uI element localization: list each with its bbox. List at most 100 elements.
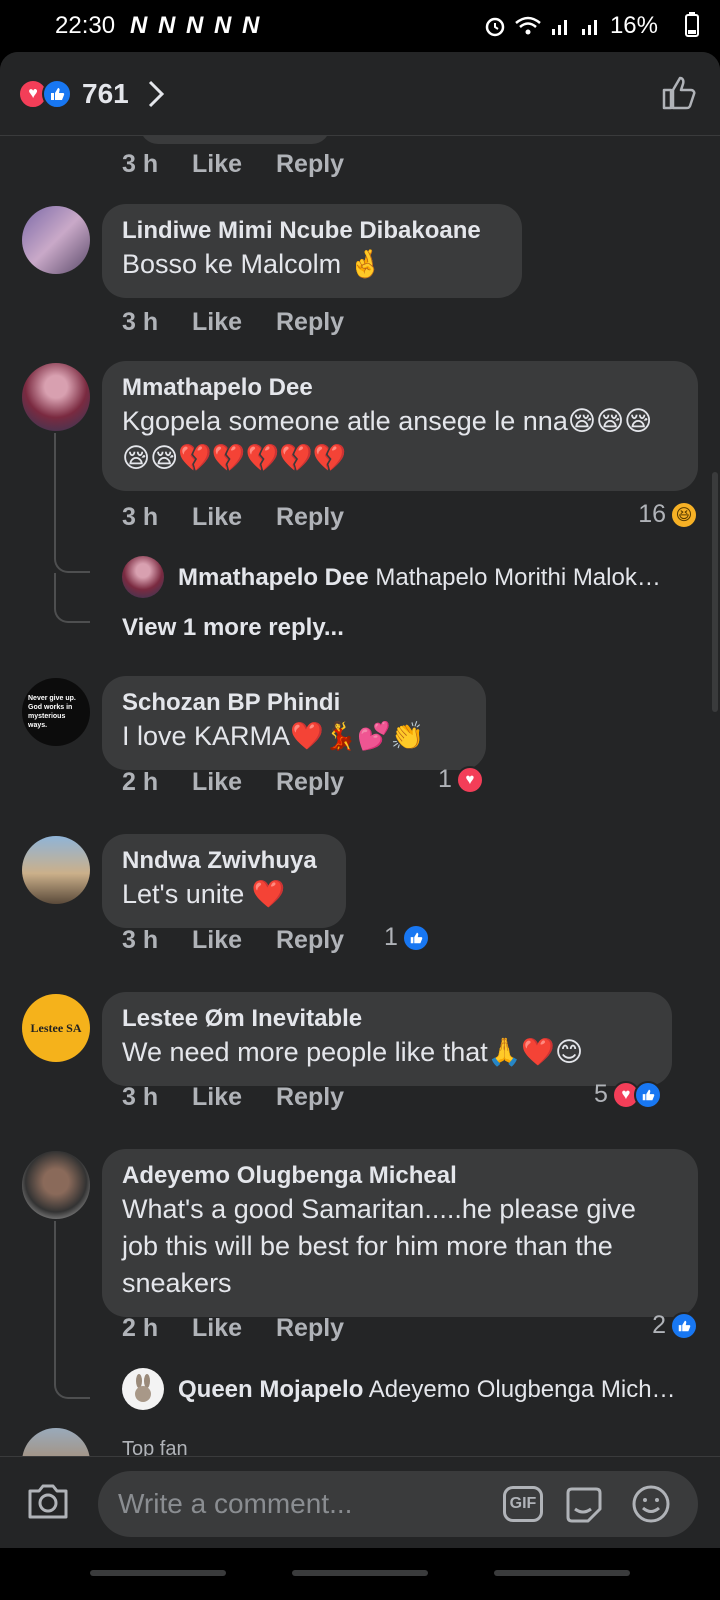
battery-icon <box>685 12 699 37</box>
reply-preview[interactable]: Mmathapelo Dee Mathapelo Morithi Malok… <box>178 564 698 592</box>
comment-composer: GIF <box>0 1456 720 1548</box>
comment-bubble: Adeyemo Olugbenga Micheal What's a good … <box>102 1149 698 1317</box>
love-icon: ♥ <box>455 765 484 794</box>
thread-line <box>54 433 90 573</box>
avatar[interactable]: Lestee SA <box>22 994 90 1062</box>
like-post-icon[interactable] <box>660 74 698 112</box>
nav-home[interactable] <box>292 1570 428 1576</box>
comment-actions: 2 h Like Reply <box>122 1314 344 1343</box>
nav-back[interactable] <box>90 1570 226 1576</box>
comment-bubble: Mmathapelo Dee Kgopela someone atle anse… <box>102 361 698 491</box>
battery-percent: 16% <box>609 12 658 39</box>
comment-time: 3 h <box>122 926 159 954</box>
emoji-icon[interactable] <box>630 1483 672 1525</box>
sticker-icon[interactable] <box>563 1485 605 1525</box>
avatar[interactable] <box>22 836 90 904</box>
reply-text: Adeyemo Olugbenga Mich… <box>368 1376 676 1403</box>
avatar-text: Never give up. God works in mysterious w… <box>28 695 76 729</box>
reply-author: Mmathapelo Dee <box>178 564 369 591</box>
reaction-summary[interactable]: 1 <box>384 923 430 952</box>
comment-text: What's a good Samaritan.....he please gi… <box>122 1194 636 1298</box>
comment-author[interactable]: Nndwa Zwivhuya <box>122 846 326 876</box>
like-icon <box>401 923 430 952</box>
comment-time: 3 h <box>122 1083 159 1111</box>
comment-actions: 3 h Like Reply <box>122 926 344 955</box>
reaction-summary[interactable]: 2 <box>652 1311 698 1340</box>
reply-button[interactable]: Reply <box>276 926 344 955</box>
camera-icon[interactable] <box>26 1481 70 1521</box>
status-bar: 22:30 N N N N N 16% <box>0 0 720 52</box>
reaction-count: 5 <box>594 1080 608 1108</box>
reaction-count: 1 <box>384 923 398 951</box>
reaction-summary[interactable]: 5 ♥ <box>594 1080 662 1109</box>
like-button[interactable]: Like <box>192 308 276 337</box>
comment-actions: 3 h Like Reply <box>122 1083 344 1112</box>
reply-button[interactable]: Reply <box>276 150 344 179</box>
like-button[interactable]: Like <box>192 1083 276 1112</box>
like-button[interactable]: Like <box>192 1314 276 1343</box>
reaction-count: 16 <box>638 500 666 528</box>
like-button[interactable]: Like <box>192 768 276 797</box>
previous-comment-bubble <box>140 136 330 144</box>
view-more-replies[interactable]: View 1 more reply... <box>122 614 344 642</box>
reaction-count: 1 <box>438 765 452 793</box>
reactions-summary[interactable]: ♥ 761 <box>18 78 165 110</box>
reactions-header: ♥ 761 <box>0 52 720 136</box>
reaction-count: 2 <box>652 1311 666 1339</box>
reaction-summary[interactable]: 1 ♥ <box>438 765 484 794</box>
reply-preview[interactable]: Queen Mojapelo Adeyemo Olugbenga Mich… <box>178 1376 698 1404</box>
comment-author[interactable]: Adeyemo Olugbenga Micheal <box>122 1161 678 1191</box>
comment-input-wrap: GIF <box>98 1471 698 1537</box>
nav-recents[interactable] <box>494 1570 630 1576</box>
wifi-icon <box>515 16 541 35</box>
comment-text: I love KARMA❤️💃💕👏 <box>122 721 425 751</box>
comment-input[interactable] <box>118 1471 478 1537</box>
comment-author[interactable]: Lestee Øm Inevitable <box>122 1004 652 1034</box>
comment-author[interactable]: Schozan BP Phindi <box>122 688 466 718</box>
reply-avatar[interactable] <box>122 556 164 598</box>
comment-actions: 3 h Like Reply <box>122 308 344 337</box>
comment-time: 3 h <box>122 503 159 531</box>
avatar[interactable] <box>22 1151 90 1219</box>
signal-icon-2 <box>581 20 597 35</box>
avatar[interactable] <box>22 363 90 431</box>
comment-author[interactable]: Mmathapelo Dee <box>122 373 678 403</box>
comment-text: We need more people like that🙏❤️😊 <box>122 1037 584 1067</box>
comment-text: Kgopela someone atle ansege le nna😪😪😪😪😪💔… <box>122 406 653 473</box>
avatar-text: Lestee SA <box>30 1020 82 1035</box>
reply-avatar[interactable] <box>122 1368 164 1410</box>
reply-button[interactable]: Reply <box>276 308 344 337</box>
like-button[interactable]: Like <box>192 503 276 532</box>
reply-author: Queen Mojapelo <box>178 1376 364 1403</box>
notification-icons: N N N N N <box>130 12 262 39</box>
reaction-count: 761 <box>82 78 129 109</box>
comment-time: 3 h <box>122 150 159 178</box>
avatar[interactable] <box>22 1428 90 1456</box>
comment-text: Bosso ke Malcolm 🤞 <box>122 249 383 279</box>
gif-button[interactable]: GIF <box>503 1486 543 1522</box>
avatar[interactable]: Never give up. God works in mysterious w… <box>22 678 90 746</box>
system-nav-bar <box>0 1548 720 1600</box>
avatar[interactable] <box>22 206 90 274</box>
top-fan-badge: Top fan <box>122 1438 188 1456</box>
like-button[interactable]: Like <box>192 150 276 179</box>
reply-button[interactable]: Reply <box>276 503 344 532</box>
reply-text: Mathapelo Morithi Malok… <box>375 564 661 591</box>
thread-line <box>54 573 90 623</box>
comment-time: 2 h <box>122 1314 159 1342</box>
reply-button[interactable]: Reply <box>276 1083 344 1112</box>
comment-bubble: Nndwa Zwivhuya Let's unite ❤️ <box>102 834 346 928</box>
chevron-right-icon[interactable] <box>147 79 165 109</box>
scrollbar[interactable] <box>712 472 718 712</box>
reaction-summary[interactable]: 16 😆 <box>638 500 698 529</box>
comment-text: Let's unite ❤️ <box>122 879 286 909</box>
comment-actions: 3 h Like Reply <box>122 503 344 532</box>
comment-author[interactable]: Lindiwe Mimi Ncube Dibakoane <box>122 216 502 246</box>
comment-actions: 3 h Like Reply <box>122 150 344 179</box>
reply-button[interactable]: Reply <box>276 768 344 797</box>
haha-icon: 😆 <box>670 500 698 529</box>
status-time: 22:30 <box>55 12 116 39</box>
reply-button[interactable]: Reply <box>276 1314 344 1343</box>
like-icon <box>670 1311 698 1340</box>
like-button[interactable]: Like <box>192 926 276 955</box>
